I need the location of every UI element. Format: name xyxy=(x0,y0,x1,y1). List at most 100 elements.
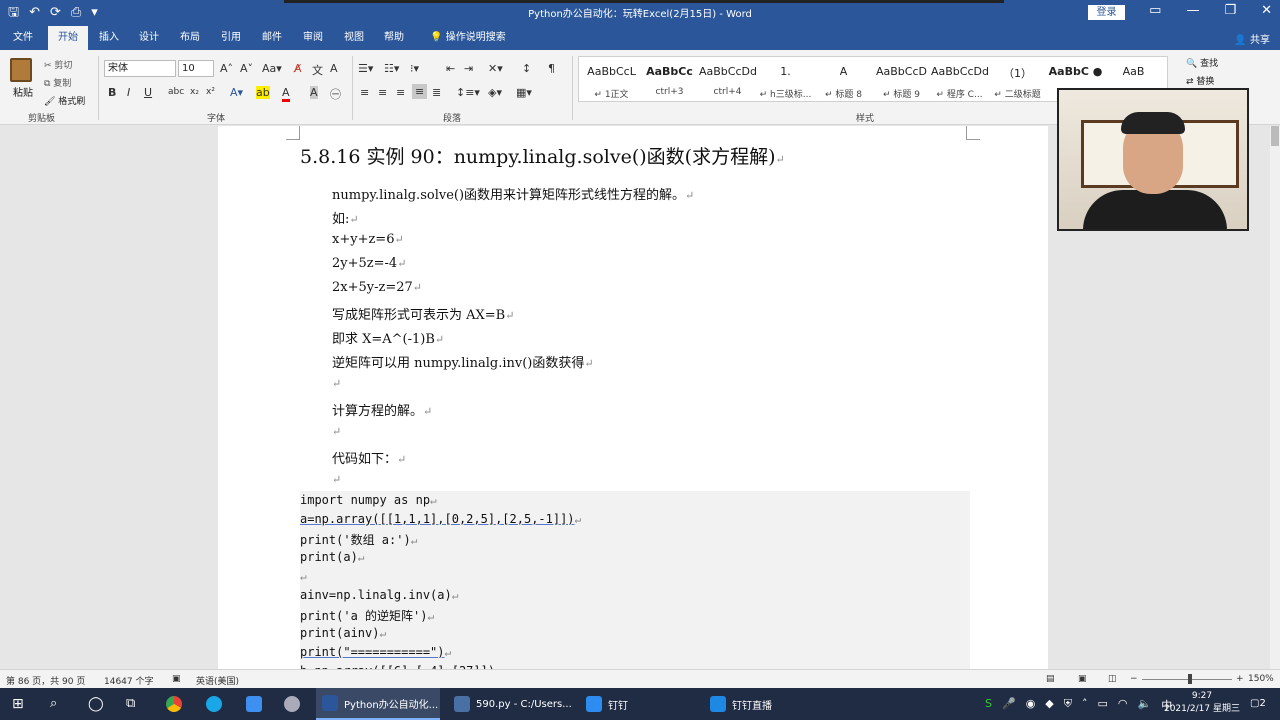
notification-center-icon[interactable]: ▢2 xyxy=(1250,694,1266,714)
font-size-select[interactable]: 10 xyxy=(178,60,214,77)
style-item[interactable]: AaBbCcDdI ↵ 程序 C... xyxy=(931,65,988,100)
track-changes-icon[interactable]: ▣ xyxy=(172,674,181,684)
taskbar-app[interactable]: 590.py - C:/Users... xyxy=(448,688,572,720)
bullets-icon[interactable]: ☰▾ xyxy=(358,62,373,75)
zoom-slider[interactable] xyxy=(1142,679,1232,680)
style-item[interactable]: A ↵ 标题 8 xyxy=(815,65,872,100)
distributed-icon[interactable]: ≣ xyxy=(432,86,441,99)
style-item[interactable]: 1. ↵ h三级标... xyxy=(757,65,814,100)
tab-8[interactable]: 视图 xyxy=(337,26,371,50)
clock[interactable]: 9:27 2021/2/17 星期三 xyxy=(1164,690,1240,716)
tab-0[interactable]: 文件 xyxy=(6,26,40,50)
paste-button[interactable]: 粘贴 xyxy=(13,84,33,99)
increase-indent-icon[interactable]: ⇥ xyxy=(464,62,473,75)
taskbar-app[interactable]: 钉钉直播 xyxy=(704,688,814,720)
font-color-icon[interactable]: A xyxy=(282,86,290,102)
zoom-in-icon[interactable]: + xyxy=(1236,674,1244,684)
tab-1[interactable]: 开始 xyxy=(48,26,88,50)
superscript-icon[interactable]: x² xyxy=(206,87,215,97)
tab-2[interactable]: 插入 xyxy=(92,26,126,50)
edge-icon[interactable] xyxy=(206,696,222,712)
subscript-icon[interactable]: x₂ xyxy=(190,87,199,97)
network-icon[interactable]: ▭ xyxy=(1098,697,1108,713)
tab-3[interactable]: 设计 xyxy=(132,26,166,50)
replace-button[interactable]: ⇄ 替换 xyxy=(1186,74,1214,87)
style-item[interactable]: AaB xyxy=(1105,65,1162,87)
scrollbar-thumb[interactable] xyxy=(1271,126,1279,146)
clear-format-icon[interactable]: A̸ xyxy=(294,62,302,75)
vertical-scrollbar[interactable] xyxy=(1270,126,1280,669)
find-button[interactable]: 🔍 查找 xyxy=(1186,56,1218,69)
chrome-icon[interactable] xyxy=(166,696,182,712)
enclose-char-icon[interactable]: ㊀ xyxy=(330,86,341,102)
phonetic-guide-icon[interactable]: 文 xyxy=(312,62,323,78)
align-center-icon[interactable]: ≡ xyxy=(378,86,387,99)
zoom-level[interactable]: 150% xyxy=(1248,674,1274,684)
style-item[interactable]: （1） ↵ 二级标题 xyxy=(989,65,1046,100)
zoom-out-icon[interactable]: − xyxy=(1130,674,1138,684)
taskbar-app[interactable]: Python办公自动化... xyxy=(316,688,440,720)
font-name-select[interactable]: 宋体 xyxy=(104,60,176,77)
app-pinned-icon[interactable] xyxy=(284,696,300,712)
chevron-up-icon[interactable]: ˄ xyxy=(1082,697,1088,713)
format-painter-button[interactable]: 🖌 格式刷 xyxy=(44,94,85,107)
char-shading-icon[interactable]: A xyxy=(310,86,318,99)
minimize-icon[interactable]: — xyxy=(1186,3,1199,18)
justify-icon[interactable]: ≡ xyxy=(412,84,428,99)
volume-icon[interactable]: 🔈 xyxy=(1138,697,1152,713)
chinese-layout-icon[interactable]: ✕▾ xyxy=(488,62,503,75)
align-right-icon[interactable]: ≡ xyxy=(396,86,405,99)
bold-icon[interactable]: B xyxy=(108,86,116,99)
print-layout-icon[interactable]: ▣ xyxy=(1078,674,1087,684)
microphone-icon[interactable]: 🎤 xyxy=(1002,697,1016,713)
login-button[interactable]: 登录 xyxy=(1088,5,1125,20)
strikethrough-icon[interactable]: abc xyxy=(168,87,184,97)
cut-button[interactable]: ✂ 剪切 xyxy=(44,58,72,71)
show-marks-icon[interactable]: ¶ xyxy=(548,62,555,75)
read-mode-icon[interactable]: ▤ xyxy=(1046,674,1055,684)
line-spacing-icon[interactable]: ↕≡▾ xyxy=(456,86,480,99)
style-item[interactable]: AaBbCcD ↵ 标题 9 xyxy=(873,65,930,100)
cortana-icon[interactable]: ◯ xyxy=(88,688,104,720)
dingtalk-pinned-icon[interactable] xyxy=(246,696,262,712)
tab-5[interactable]: 引用 xyxy=(214,26,248,50)
tray-app-icon[interactable]: ◆ xyxy=(1045,697,1053,713)
page-count[interactable]: 第 86 页，共 90 页 xyxy=(6,674,85,687)
wifi-icon[interactable]: ◠ xyxy=(1118,697,1128,713)
share-button[interactable]: 👤 共享 xyxy=(1234,31,1270,46)
italic-icon[interactable]: I xyxy=(127,86,130,99)
restore-icon[interactable]: ❐ xyxy=(1224,3,1236,18)
task-view-icon[interactable]: ⧉ xyxy=(126,688,135,720)
language-status[interactable]: 英语(美国) xyxy=(196,674,239,687)
tab-9[interactable]: 帮助 xyxy=(377,26,411,50)
tab-6[interactable]: 邮件 xyxy=(255,26,289,50)
text-effects-icon[interactable]: A▾ xyxy=(230,86,243,99)
decrease-indent-icon[interactable]: ⇤ xyxy=(446,62,455,75)
style-item[interactable]: AaBbCcDdI ctrl+4 xyxy=(699,65,756,97)
copy-button[interactable]: ⧉ 复制 xyxy=(44,76,71,89)
ribbon-display-icon[interactable]: ▭ xyxy=(1149,3,1161,18)
taskbar-app[interactable]: 钉钉 xyxy=(580,688,690,720)
wps-tray-icon[interactable]: S xyxy=(985,697,992,713)
web-layout-icon[interactable]: ◫ xyxy=(1108,674,1117,684)
multilevel-list-icon[interactable]: ⁝▾ xyxy=(410,62,419,75)
document-page[interactable]: 5.8.16 实例 90：numpy.linalg.solve()函数(求方程解… xyxy=(218,126,1048,669)
windows-start-icon[interactable]: ⊞ xyxy=(12,688,24,720)
sort-icon[interactable]: ↕ xyxy=(522,62,531,75)
security-icon[interactable]: ⛨ xyxy=(1064,697,1072,713)
grow-font-icon[interactable]: A˄ xyxy=(220,62,233,75)
change-case-icon[interactable]: Aa▾ xyxy=(262,62,282,75)
zoom-slider-handle[interactable] xyxy=(1188,674,1192,684)
underline-icon[interactable]: U xyxy=(144,86,152,99)
highlight-icon[interactable]: ab xyxy=(256,86,270,99)
close-icon[interactable]: ✕ xyxy=(1261,3,1272,18)
shrink-font-icon[interactable]: A˅ xyxy=(240,62,253,75)
tray-app-icon[interactable]: ◉ xyxy=(1026,697,1036,713)
numbering-icon[interactable]: ☷▾ xyxy=(384,62,399,75)
search-icon[interactable]: ⌕ xyxy=(50,688,57,720)
style-item[interactable]: AaBbCcL ↵ 1正文 xyxy=(583,65,640,100)
tab-7[interactable]: 审阅 xyxy=(296,26,330,50)
shading-icon[interactable]: ◈▾ xyxy=(488,86,502,99)
word-count[interactable]: 14647 个字 xyxy=(104,674,154,687)
align-left-icon[interactable]: ≡ xyxy=(360,86,369,99)
